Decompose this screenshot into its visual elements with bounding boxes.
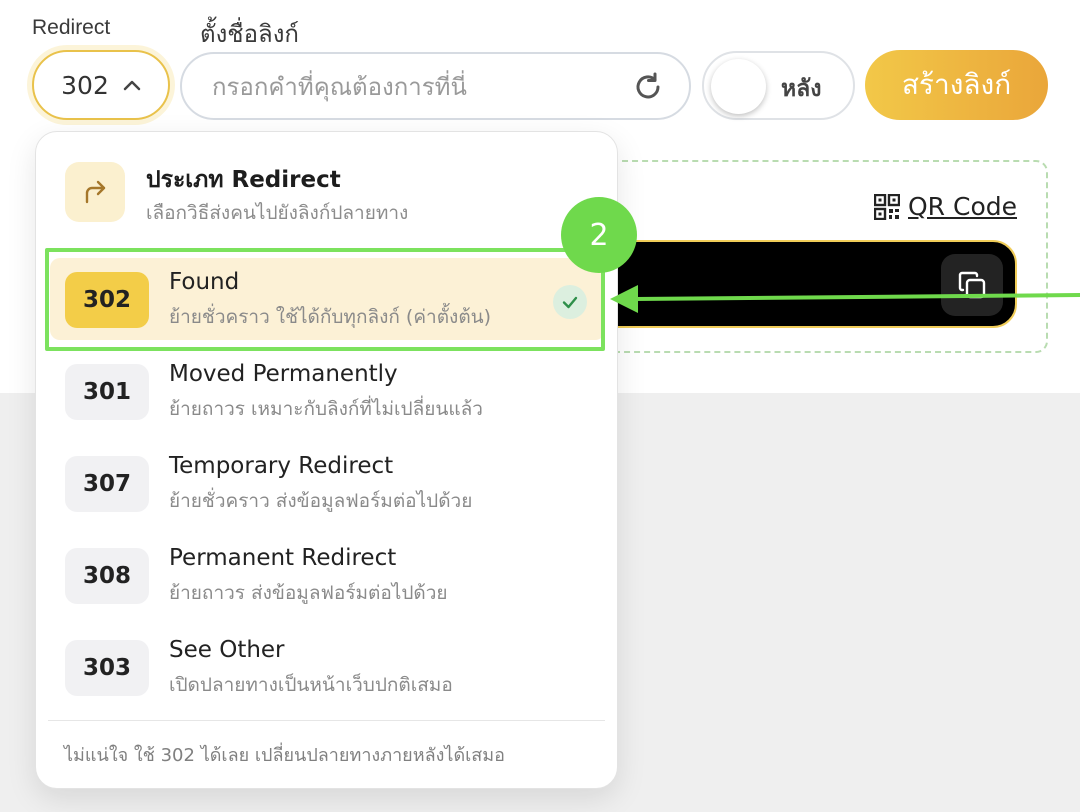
annotation-step-badge: 2 [561, 197, 637, 273]
qr-code-link[interactable]: QR Code [874, 192, 1017, 221]
option-303[interactable]: 303 See Other เปิดปลายทางเป็นหน้าเว็บปกต… [50, 626, 605, 708]
chevron-up-icon [123, 80, 141, 91]
option-title: Moved Permanently [169, 361, 398, 387]
copy-button[interactable] [941, 254, 1003, 316]
refresh-icon[interactable] [631, 70, 665, 104]
redirect-label: Redirect [32, 16, 111, 39]
redirect-type-dropdown: ประเภท Redirect เลือกวิธีส่งคนไปยังลิงก์… [35, 131, 618, 789]
option-description: ย้ายชั่วคราว ส่งข้อมูลฟอร์มต่อไปด้วย [169, 490, 473, 512]
option-code-badge: 308 [65, 548, 149, 604]
dropdown-divider [48, 720, 605, 721]
link-name-input[interactable]: กรอกคำที่คุณต้องการที่นี่ [180, 52, 691, 120]
option-title: See Other [169, 637, 285, 663]
annotation-highlight-box [45, 248, 605, 351]
option-description: เปิดปลายทางเป็นหน้าเว็บปกติเสมอ [169, 674, 453, 696]
dropdown-subtitle: เลือกวิธีส่งคนไปยังลิงก์ปลายทาง [146, 202, 409, 224]
toggle-knob[interactable] [711, 59, 766, 114]
option-code-badge: 307 [65, 456, 149, 512]
qr-code-label: QR Code [908, 192, 1017, 221]
option-title: Temporary Redirect [169, 453, 394, 479]
option-code-badge: 301 [65, 364, 149, 420]
copy-icon [958, 271, 986, 299]
redirect-select-value: 302 [61, 70, 109, 100]
redirect-arrow-icon [65, 162, 125, 222]
option-308[interactable]: 308 Permanent Redirect ย้ายถาวร ส่งข้อมู… [50, 534, 605, 616]
option-301[interactable]: 301 Moved Permanently ย้ายถาวร เหมาะกับล… [50, 350, 605, 432]
link-name-placeholder: กรอกคำที่คุณต้องการที่นี่ [212, 72, 467, 101]
toggle-switch[interactable]: หลัง [702, 51, 855, 120]
option-description: ย้ายถาวร ส่งข้อมูลฟอร์มต่อไปด้วย [169, 582, 448, 604]
dropdown-title: ประเภท Redirect [146, 167, 341, 193]
option-307[interactable]: 307 Temporary Redirect ย้ายชั่วคราว ส่งข… [50, 442, 605, 524]
option-title: Permanent Redirect [169, 545, 397, 571]
link-name-label: ตั้งชื่อลิงก์ [200, 21, 299, 48]
dropdown-footer-hint: ไม่แน่ใจ ใช้ 302 ได้เลย เปลี่ยนปลายทางภา… [64, 745, 505, 766]
redirect-select[interactable]: 302 [32, 50, 170, 120]
toggle-label: หลัง [781, 76, 822, 102]
qr-code-icon [874, 193, 900, 220]
option-description: ย้ายถาวร เหมาะกับลิงก์ที่ไม่เปลี่ยนแล้ว [169, 398, 483, 420]
option-code-badge: 303 [65, 640, 149, 696]
short-url-bar [590, 240, 1017, 328]
create-link-button[interactable]: สร้างลิงก์ [865, 50, 1048, 120]
